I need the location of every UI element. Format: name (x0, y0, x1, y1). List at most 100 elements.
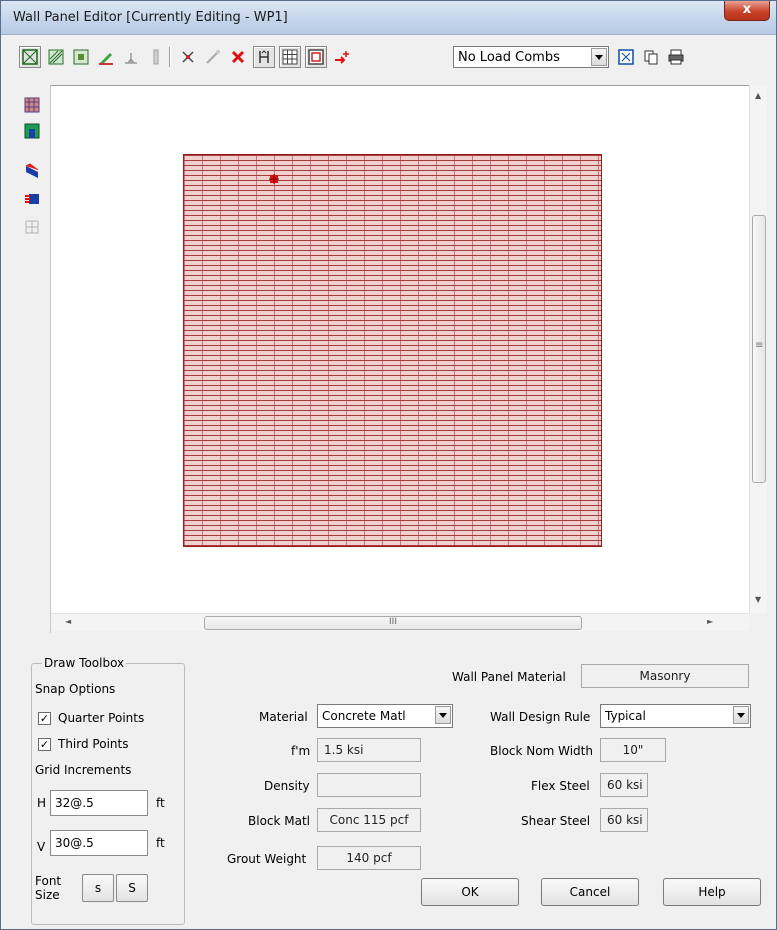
reinforcement-view-button[interactable] (22, 189, 42, 209)
h-grid-unit: ft (156, 796, 165, 810)
panel-view-button[interactable] (22, 95, 42, 115)
block-matl-label: Block Matl (248, 814, 311, 828)
block-nom-width-label: Block Nom Width (490, 744, 593, 758)
draw-region-button[interactable] (45, 46, 67, 68)
main-toolbar: No Load Combs (11, 37, 766, 79)
block-matl-value: Conc 115 pcf (329, 813, 409, 827)
close-icon: x (742, 2, 752, 17)
wall-design-rule-select[interactable]: Typical (600, 704, 751, 728)
insert-load-button[interactable] (330, 46, 352, 68)
delete-x-icon (231, 50, 245, 64)
scroll-up-icon[interactable]: ▲ (755, 91, 761, 100)
font-smaller-button[interactable]: s (82, 874, 114, 902)
title-bar[interactable]: Wall Panel Editor [Currently Editing - W… (1, 1, 776, 35)
horizontal-scroll-thumb[interactable]: III (204, 616, 582, 630)
scroll-right-icon[interactable]: ► (707, 617, 713, 626)
vertical-scroll-thumb[interactable]: ≡ (752, 215, 766, 483)
close-button[interactable]: x (724, 1, 770, 21)
zoom-extents-icon (618, 49, 634, 65)
wand-icon (206, 50, 220, 64)
pencil-icon (99, 53, 113, 65)
move-button[interactable] (177, 46, 199, 68)
check-icon: ✓ (39, 738, 50, 751)
opening-view-button[interactable] (22, 121, 42, 141)
printer-icon (668, 49, 684, 65)
wall-design-rule-value: Typical (605, 709, 646, 723)
shear-steel-value: 60 ksi (607, 813, 643, 827)
wall-panel-drawing[interactable] (183, 154, 602, 547)
load-display-button[interactable] (253, 46, 275, 68)
opening-hatch-icon (73, 49, 89, 65)
zoom-fit-button[interactable] (615, 46, 637, 68)
horizontal-scrollbar[interactable]: ◄ III ► (51, 613, 749, 631)
help-button[interactable]: Help (663, 878, 761, 906)
draw-boundary-button[interactable] (145, 46, 167, 68)
snap-options-label: Snap Options (35, 682, 116, 696)
select-mode-button[interactable] (19, 46, 41, 68)
font-larger-button[interactable]: S (116, 874, 148, 902)
copy-button[interactable] (640, 46, 662, 68)
copy-icon (644, 50, 658, 65)
origin-marker-icon (269, 174, 279, 184)
draw-opening-button[interactable] (70, 46, 92, 68)
modify-button[interactable] (202, 46, 224, 68)
chevron-down-icon[interactable] (591, 48, 607, 66)
print-button[interactable] (665, 46, 687, 68)
boundary-toggle-button[interactable] (305, 46, 327, 68)
panel-hatch-icon (24, 97, 40, 113)
grid-toggle-button[interactable] (279, 46, 301, 68)
third-points-checkbox[interactable]: ✓ (38, 738, 51, 751)
mesh-view-button[interactable] (22, 217, 42, 237)
material-select[interactable]: Concrete Matl (317, 704, 453, 728)
ok-button[interactable]: OK (421, 878, 519, 906)
density-label: Density (264, 779, 310, 793)
h-grid-value: 32@.5 (55, 796, 94, 810)
fm-label: f'm (291, 744, 311, 758)
red-arrow-icon (335, 51, 349, 64)
vertical-scrollbar[interactable]: ▲ ≡ ▼ (749, 85, 767, 613)
wall-panel-editor-window: Wall Panel Editor [Currently Editing - W… (0, 0, 777, 930)
region-hatch-icon (48, 49, 64, 65)
frame-icon (308, 49, 324, 65)
quarter-points-checkbox[interactable]: ✓ (38, 712, 51, 725)
scroll-grip-icon: ≡ (755, 340, 764, 351)
v-grid-unit: ft (156, 836, 165, 850)
third-points-label: Third Points (58, 737, 129, 751)
wall-panel-material-label: Wall Panel Material (452, 670, 566, 684)
load-view-button[interactable] (22, 161, 42, 181)
draw-toolbox-title: Draw Toolbox (42, 656, 127, 670)
scroll-left-icon[interactable]: ◄ (65, 617, 71, 626)
v-grid-input[interactable]: 30@.5 (50, 830, 148, 856)
draw-load-button[interactable] (95, 46, 117, 68)
check-icon: ✓ (39, 712, 50, 725)
h-grid-input[interactable]: 32@.5 (50, 790, 148, 816)
grout-weight-label: Grout Weight (227, 852, 307, 866)
ok-button-label: OK (461, 885, 479, 899)
delete-button[interactable] (227, 46, 249, 68)
material-value: Concrete Matl (322, 709, 406, 723)
load-arrow-icon (259, 50, 269, 63)
draw-support-button[interactable] (120, 46, 142, 68)
draw-toolbox-group: Draw Toolbox Snap Options ✓ Quarter Poin… (31, 656, 185, 925)
h-grid-label: H (37, 796, 47, 810)
grid-icon (282, 49, 298, 65)
toolbar-separator (169, 47, 171, 67)
support-icon (125, 53, 137, 64)
chevron-down-icon[interactable] (435, 706, 451, 724)
window-title: Wall Panel Editor [Currently Editing - W… (13, 10, 288, 25)
drawing-canvas[interactable] (51, 85, 749, 613)
fm-field: 1.5 ksi (317, 738, 421, 762)
side-toolbar (11, 85, 51, 633)
mesh-icon (25, 220, 39, 234)
scroll-down-icon[interactable]: ▼ (755, 595, 761, 604)
move-icon (182, 51, 194, 63)
material-label: Material (259, 710, 308, 724)
font-larger-label: S (128, 881, 136, 895)
cancel-button[interactable]: Cancel (541, 878, 639, 906)
fm-value: 1.5 ksi (324, 743, 364, 757)
wall-panel-material-value: Masonry (639, 669, 691, 683)
load-combination-select[interactable]: No Load Combs (453, 46, 609, 68)
boundary-icon (153, 49, 159, 65)
grout-weight-field: 140 pcf (317, 846, 421, 870)
chevron-down-icon[interactable] (733, 706, 749, 724)
